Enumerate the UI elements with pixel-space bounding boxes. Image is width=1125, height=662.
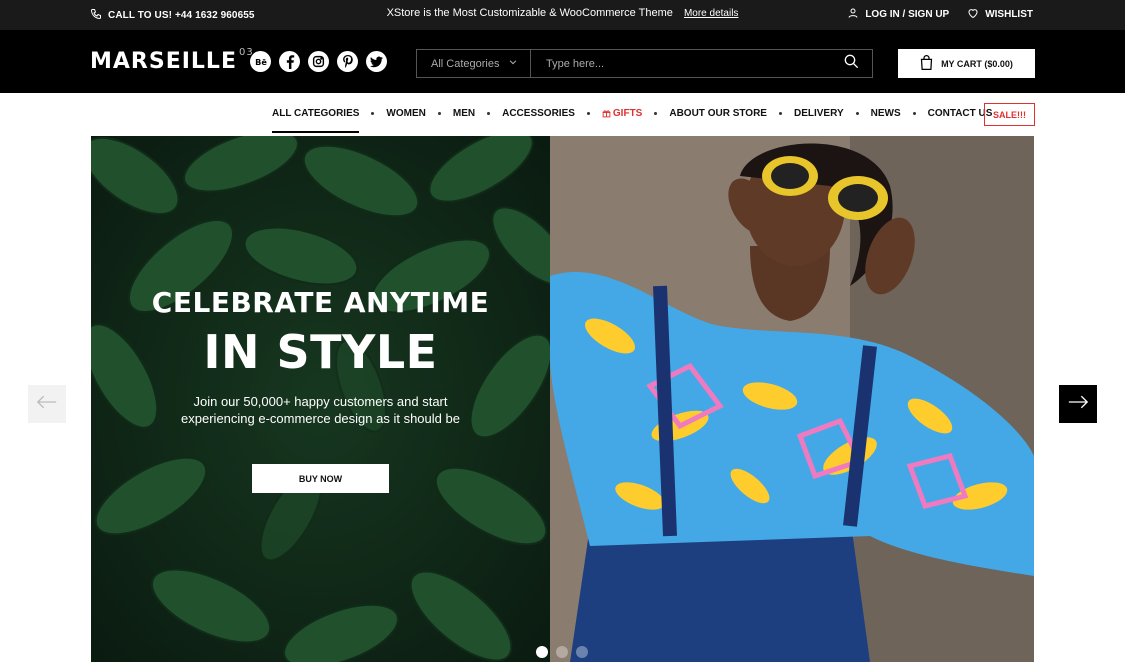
nav-item-news[interactable]: NEWS — [871, 108, 901, 119]
nav-separator — [437, 112, 441, 115]
nav-item-gifts[interactable]: GIFTS — [602, 108, 642, 119]
main-navigation: ALL CATEGORIES WOMEN MEN ACCESSORIES GIF… — [0, 93, 1125, 136]
twitter-icon[interactable] — [366, 51, 387, 72]
instagram-icon[interactable] — [308, 51, 329, 72]
hero-title-line1: CELEBRATE ANYTIME — [151, 286, 490, 319]
slider-next-button[interactable] — [1059, 385, 1097, 423]
behance-icon[interactable]: Bē — [250, 51, 271, 72]
shopping-bag-icon — [920, 55, 933, 72]
slider-dot-3[interactable] — [576, 646, 588, 658]
nav-item-men[interactable]: MEN — [453, 108, 475, 119]
svg-text:Bē: Bē — [255, 56, 267, 66]
chevron-down-icon — [508, 57, 518, 70]
nav-separator — [586, 112, 590, 115]
hero-subtitle: Join our 50,000+ happy customers and sta… — [181, 394, 460, 426]
top-bar: CALL TO US! +44 1632 960655 XStore is th… — [0, 0, 1125, 30]
nav-item-contact-us[interactable]: CONTACT US — [928, 108, 993, 119]
cart-button[interactable]: MY CART ($0.00) — [898, 49, 1035, 78]
nav-item-all-categories[interactable]: ALL CATEGORIES — [272, 108, 360, 133]
sale-button[interactable]: SALE!!! — [984, 103, 1035, 126]
nav-item-about-our-store[interactable]: ABOUT OUR STORE — [669, 108, 767, 119]
promo-text: XStore is the Most Customizable & WooCom… — [386, 7, 673, 19]
nav-item-women[interactable]: WOMEN — [386, 108, 425, 119]
search-input[interactable] — [546, 57, 826, 70]
nav-separator — [654, 112, 658, 115]
more-details-link[interactable]: More details — [684, 8, 738, 19]
wishlist-label: WISHLIST — [985, 9, 1033, 20]
wishlist-link[interactable]: WISHLIST — [967, 7, 1033, 22]
category-select-value: All Categories — [431, 57, 500, 70]
cart-label: MY CART ($0.00) — [941, 58, 1013, 69]
slider-prev-button[interactable] — [28, 385, 66, 423]
search-icon — [843, 53, 859, 74]
slider-dot-1[interactable] — [536, 646, 548, 658]
model-photo — [550, 136, 1034, 662]
category-select[interactable]: All Categories — [417, 50, 531, 77]
heart-icon — [967, 7, 979, 22]
gift-icon — [602, 109, 611, 118]
user-icon — [847, 7, 859, 22]
nav-separator — [912, 112, 916, 115]
nav-separator — [487, 112, 491, 115]
search-button[interactable] — [830, 50, 872, 77]
nav-separator — [855, 112, 859, 115]
hero-title-line2: IN STYLE — [203, 325, 438, 379]
buy-now-button[interactable]: BUY NOW — [252, 464, 389, 493]
arrow-right-icon — [1068, 395, 1089, 414]
slider-pagination — [536, 646, 588, 658]
slider-dot-2[interactable] — [556, 646, 568, 658]
nav-item-accessories[interactable]: ACCESSORIES — [502, 108, 575, 119]
nav-separator — [371, 112, 375, 115]
facebook-icon[interactable] — [279, 51, 300, 72]
nav-item-delivery[interactable]: DELIVERY — [794, 108, 844, 119]
login-link[interactable]: LOG IN / SIGN UP — [847, 7, 949, 22]
arrow-left-icon — [36, 395, 57, 414]
site-logo[interactable]: MARSEILLE 03 — [90, 47, 254, 74]
pinterest-icon[interactable] — [337, 51, 358, 72]
hero-content: CELEBRATE ANYTIME IN STYLE Join our 50,0… — [91, 286, 550, 493]
search-bar: All Categories — [416, 49, 873, 78]
hero-slider: CELEBRATE ANYTIME IN STYLE Join our 50,0… — [91, 136, 1034, 662]
main-header: MARSEILLE 03 Bē All Categories Type here… — [0, 30, 1125, 93]
social-links: Bē — [250, 51, 387, 72]
login-label: LOG IN / SIGN UP — [865, 9, 950, 20]
nav-separator — [778, 112, 782, 115]
